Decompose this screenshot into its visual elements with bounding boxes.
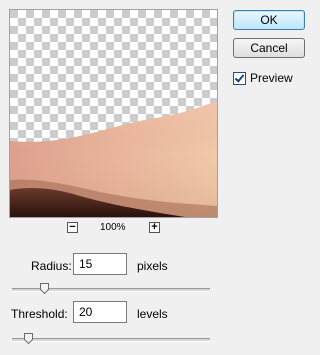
preview-canvas[interactable] — [9, 9, 218, 218]
preview-checkbox-row[interactable]: Preview — [233, 71, 293, 85]
threshold-unit: levels — [137, 307, 168, 321]
radius-slider-thumb[interactable] — [39, 283, 49, 294]
zoom-controls: − 100% + — [67, 222, 161, 236]
threshold-input[interactable] — [73, 301, 127, 323]
preview-image — [10, 10, 217, 217]
threshold-slider[interactable] — [12, 333, 210, 344]
radius-slider[interactable] — [12, 283, 210, 294]
radius-unit: pixels — [137, 259, 168, 273]
zoom-out-icon[interactable]: − — [67, 222, 78, 233]
cancel-button[interactable]: Cancel — [233, 38, 305, 58]
threshold-label: Threshold: — [11, 307, 68, 321]
threshold-slider-thumb[interactable] — [23, 333, 33, 344]
radius-label: Radius: — [31, 259, 72, 273]
zoom-in-icon[interactable]: + — [149, 222, 160, 233]
ok-button[interactable]: OK — [233, 10, 305, 30]
preview-checkbox[interactable] — [233, 71, 246, 85]
preview-label: Preview — [250, 71, 293, 85]
zoom-level: 100% — [100, 222, 126, 233]
radius-input[interactable] — [73, 253, 127, 275]
